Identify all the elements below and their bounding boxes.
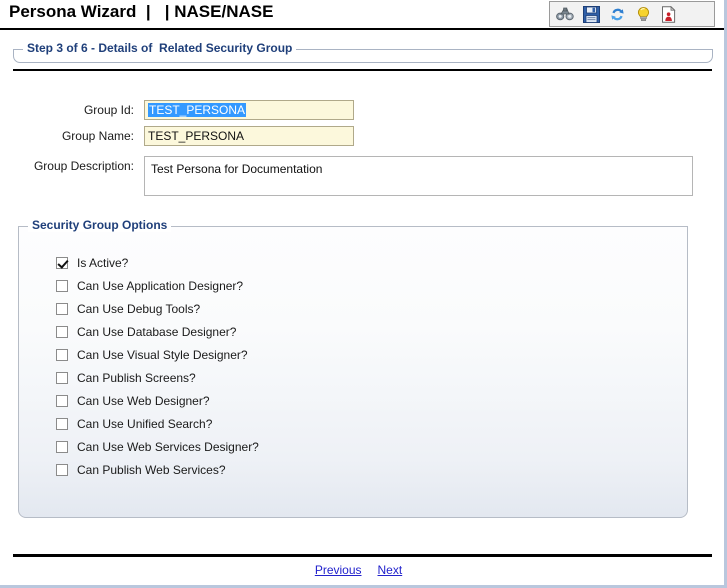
document-person-icon[interactable]: [659, 4, 679, 24]
group-name-row: Group Name: TEST_PERSONA: [24, 126, 354, 146]
option-label: Can Use Debug Tools?: [77, 301, 201, 316]
footer-divider: [13, 554, 712, 557]
group-name-label: Group Name:: [61, 129, 134, 143]
step-header-label: Step 3 of 6 - Details of Related Securit…: [23, 41, 297, 55]
toolbar: [549, 1, 715, 27]
group-description-row: Group Description: Test Persona for Docu…: [24, 156, 693, 196]
group-description-value: Test Persona for Documentation: [151, 162, 323, 176]
security-group-options-label: Security Group Options: [28, 218, 172, 232]
group-id-row: Group Id: TEST_PERSONA: [24, 100, 354, 120]
checkbox-unchecked-icon[interactable]: [56, 463, 68, 476]
previous-link[interactable]: Previous: [315, 563, 362, 577]
checkbox-unchecked-icon[interactable]: [56, 348, 68, 361]
group-description-label: Group Description:: [33, 159, 134, 173]
save-icon[interactable]: [581, 4, 601, 24]
group-name-value: TEST_PERSONA: [148, 129, 245, 143]
checkbox-unchecked-icon[interactable]: [56, 440, 68, 453]
option-label: Can Use Visual Style Designer?: [77, 347, 248, 362]
lightbulb-icon[interactable]: [633, 4, 653, 24]
page-title: Persona Wizard | | NASE/NASE: [9, 2, 274, 21]
option-label: Can Publish Screens?: [77, 370, 196, 385]
header-divider: [13, 69, 712, 71]
checkbox-unchecked-icon[interactable]: [56, 417, 68, 430]
group-description-input[interactable]: Test Persona for Documentation: [144, 156, 693, 196]
option-row[interactable]: Is Active?: [56, 251, 259, 274]
option-label: Can Publish Web Services?: [77, 462, 226, 477]
option-row[interactable]: Can Use Web Designer?: [56, 389, 259, 412]
option-label: Can Use Web Designer?: [77, 393, 210, 408]
option-row[interactable]: Can Use Web Services Designer?: [56, 435, 259, 458]
binoculars-icon[interactable]: [555, 4, 575, 24]
checkbox-unchecked-icon[interactable]: [56, 371, 68, 384]
checkbox-unchecked-icon[interactable]: [56, 279, 68, 292]
step-header: Step 3 of 6 - Details of Related Securit…: [13, 41, 713, 63]
option-label: Is Active?: [77, 255, 129, 270]
option-row[interactable]: Can Use Database Designer?: [56, 320, 259, 343]
option-row[interactable]: Can Use Unified Search?: [56, 412, 259, 435]
option-label: Can Use Unified Search?: [77, 416, 213, 431]
group-id-label: Group Id:: [83, 103, 134, 117]
group-id-input[interactable]: TEST_PERSONA: [144, 100, 354, 120]
option-label: Can Use Database Designer?: [77, 324, 237, 339]
group-name-input[interactable]: TEST_PERSONA: [144, 126, 354, 146]
option-label: Can Use Web Services Designer?: [77, 439, 259, 454]
security-group-options-list: Is Active? Can Use Application Designer? C…: [56, 251, 259, 481]
title-bar: Persona Wizard | | NASE/NASE: [0, 0, 724, 30]
checkbox-checked-icon[interactable]: [56, 256, 68, 269]
option-row[interactable]: Can Use Visual Style Designer?: [56, 343, 259, 366]
option-row[interactable]: Can Use Application Designer?: [56, 274, 259, 297]
group-id-value: TEST_PERSONA: [148, 103, 247, 117]
option-row[interactable]: Can Use Debug Tools?: [56, 297, 259, 320]
wizard-navigation: Previous Next: [0, 563, 717, 577]
refresh-icon[interactable]: [607, 4, 627, 24]
next-link[interactable]: Next: [378, 563, 403, 577]
security-group-options-section: Security Group Options Is Active? Can Use…: [18, 218, 688, 518]
option-row[interactable]: Can Publish Screens?: [56, 366, 259, 389]
checkbox-unchecked-icon[interactable]: [56, 325, 68, 338]
persona-wizard-window: Persona Wizard | | NASE/NASE Step 3 of 6…: [0, 0, 727, 588]
checkbox-unchecked-icon[interactable]: [56, 302, 68, 315]
option-row[interactable]: Can Publish Web Services?: [56, 458, 259, 481]
checkbox-unchecked-icon[interactable]: [56, 394, 68, 407]
option-label: Can Use Application Designer?: [77, 278, 244, 293]
